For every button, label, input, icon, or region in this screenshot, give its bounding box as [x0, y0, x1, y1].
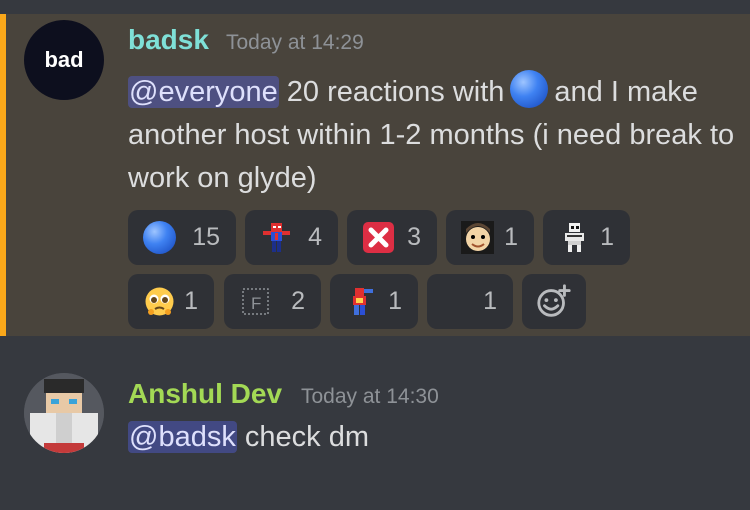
letter-f-box-icon: F: [242, 288, 269, 315]
mention-everyone[interactable]: @everyone: [128, 76, 279, 108]
reaction-face-meme[interactable]: 1: [446, 210, 534, 265]
reaction-count: 15: [192, 223, 220, 251]
pixel-character-icon: [353, 288, 373, 315]
reaction-count: 1: [483, 287, 497, 315]
pleading-face-icon: [145, 287, 174, 316]
avatar[interactable]: bad: [24, 20, 104, 100]
svg-text:F: F: [251, 294, 261, 313]
reaction-pleading-face[interactable]: 1: [128, 274, 214, 329]
blue-circle-icon[interactable]: [510, 70, 549, 108]
reaction-letter-f[interactable]: F 2: [224, 274, 321, 329]
previous-message-area: [0, 0, 750, 14]
author-name[interactable]: Anshul Dev: [128, 378, 282, 410]
reaction-count: 3: [407, 223, 421, 251]
timestamp[interactable]: Today at 14:29: [226, 31, 364, 55]
red-x-icon: [363, 222, 394, 253]
avatar-text: bad: [44, 47, 84, 72]
avatar[interactable]: [24, 373, 104, 453]
blue-circle-icon: [143, 221, 176, 254]
reaction-blue-circle[interactable]: 15: [128, 210, 236, 265]
reaction-count: 1: [504, 223, 518, 251]
reaction-skeleton[interactable]: 1: [543, 210, 630, 265]
mention-highlight-bar: [0, 14, 6, 336]
reaction-count: 2: [291, 287, 305, 315]
timestamp[interactable]: Today at 14:30: [301, 385, 439, 409]
blank-emoji-icon: [442, 285, 475, 318]
message-content: @everyone 20 reactions with and I make an…: [128, 70, 738, 200]
reaction-red-x[interactable]: 3: [347, 210, 437, 265]
message-text: check dm: [236, 421, 369, 453]
message-text-part1: 20 reactions with: [278, 76, 505, 108]
reaction-blank-emoji[interactable]: 1: [427, 274, 513, 329]
message-highlighted[interactable]: bad badsk Today at 14:29 @everyone 20 re…: [0, 14, 750, 336]
spiderman-pixel-icon: [263, 223, 290, 252]
mention-user[interactable]: @badsk: [128, 421, 237, 453]
reaction-count: 1: [600, 223, 614, 251]
skeleton-pixel-icon: [565, 223, 584, 252]
author-name[interactable]: badsk: [128, 24, 209, 56]
reaction-pixel-character[interactable]: 1: [330, 274, 418, 329]
pixel-avatar-icon: [24, 373, 104, 453]
add-reaction-icon: [537, 284, 571, 317]
reaction-count: 1: [184, 287, 198, 315]
reaction-spiderman[interactable]: 4: [245, 210, 338, 265]
add-reaction-button[interactable]: [522, 274, 586, 329]
reaction-count: 1: [388, 287, 402, 315]
face-meme-icon: [461, 221, 494, 254]
message-content: @badsk check dm: [128, 418, 369, 456]
reaction-count: 4: [308, 223, 322, 251]
